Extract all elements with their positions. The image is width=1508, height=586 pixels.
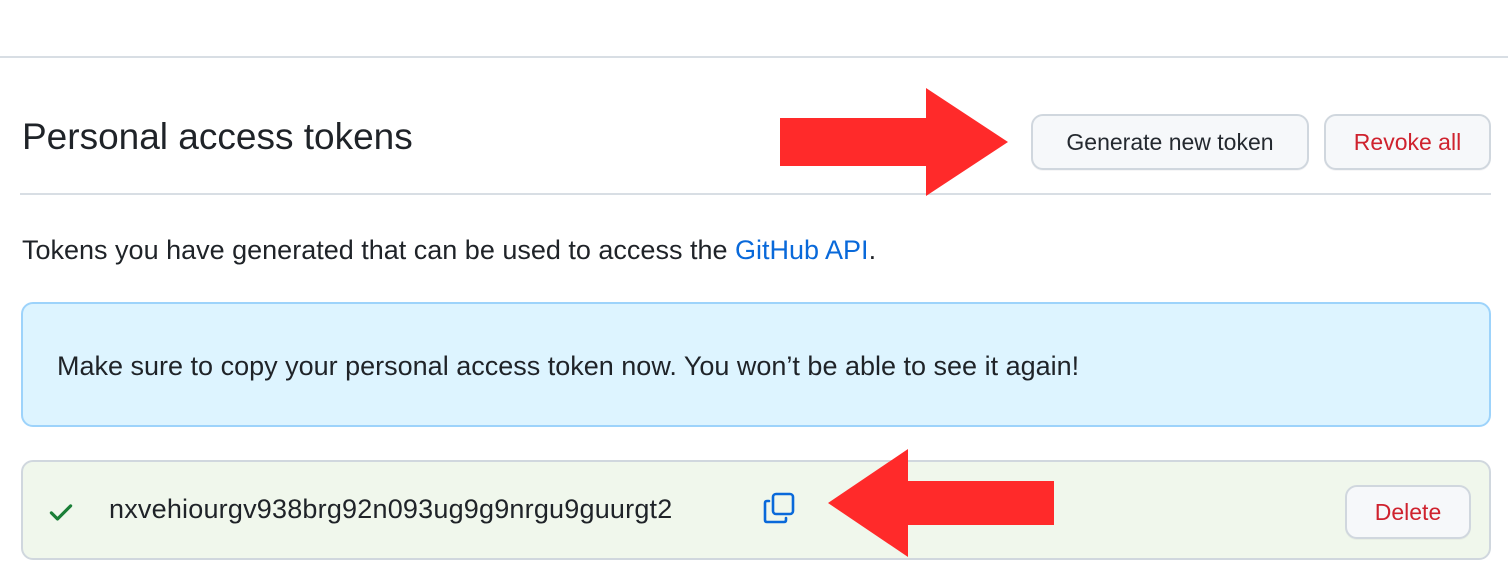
generate-new-token-button[interactable]: Generate new token bbox=[1031, 114, 1309, 170]
annotation-arrow-right-icon bbox=[780, 88, 1008, 196]
delete-token-button[interactable]: Delete bbox=[1345, 485, 1471, 539]
token-value[interactable]: nxvehiourgv938brg92n093ug9g9nrgu9guurgt2 bbox=[109, 489, 672, 529]
page-title: Personal access tokens bbox=[22, 116, 413, 157]
description-text: Tokens you have generated that can be us… bbox=[22, 232, 876, 268]
check-icon bbox=[49, 504, 73, 521]
copy-icon[interactable] bbox=[761, 490, 797, 526]
title-divider bbox=[20, 193, 1491, 195]
description-prefix: Tokens you have generated that can be us… bbox=[22, 235, 735, 265]
flash-message: Make sure to copy your personal access t… bbox=[57, 351, 1080, 381]
revoke-all-button[interactable]: Revoke all bbox=[1324, 114, 1491, 170]
github-api-link[interactable]: GitHub API bbox=[735, 235, 869, 265]
flash-notice: Make sure to copy your personal access t… bbox=[21, 302, 1491, 427]
description-suffix: . bbox=[868, 235, 877, 265]
top-divider bbox=[0, 56, 1508, 58]
new-token-row: nxvehiourgv938brg92n093ug9g9nrgu9guurgt2… bbox=[21, 460, 1491, 560]
annotation-arrow-left-icon bbox=[828, 449, 1054, 557]
